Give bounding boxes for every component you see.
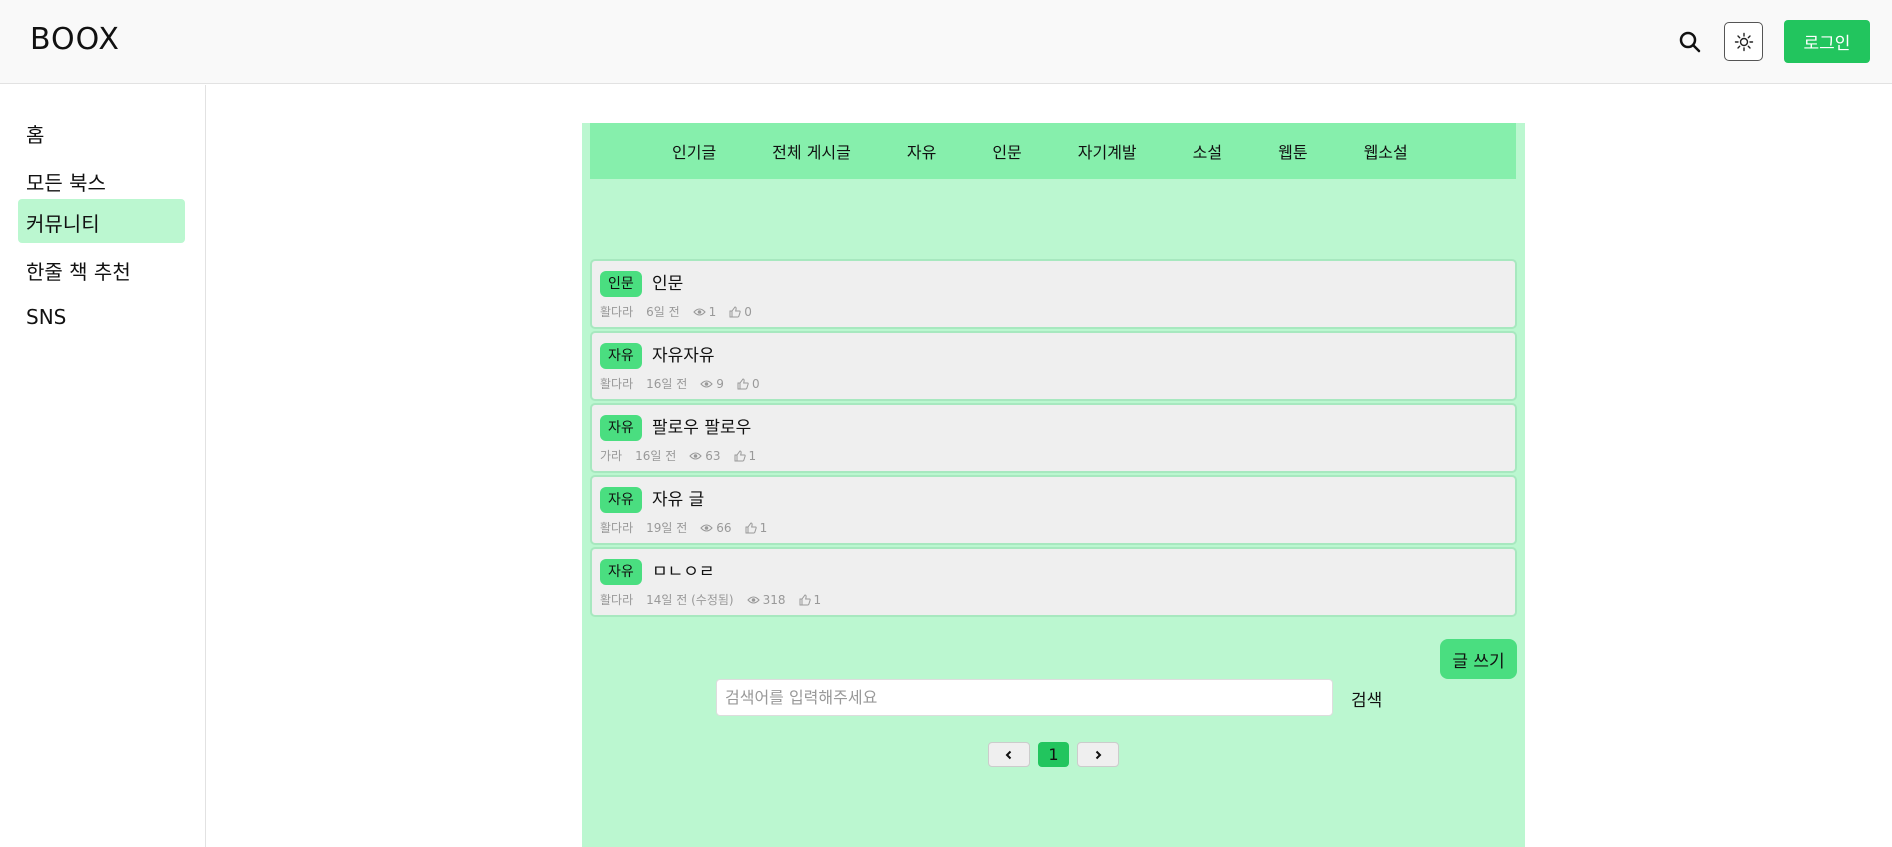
community-panel: 인기글 전체 게시글 자유 인문 자기계발 소설 웹툰 웹소설 인문 인문 활다… xyxy=(582,123,1525,847)
next-page-button[interactable] xyxy=(1077,742,1119,767)
search-icon[interactable] xyxy=(1675,27,1705,57)
chevron-left-icon xyxy=(1005,750,1012,759)
post-title[interactable]: 자유자유 xyxy=(652,343,715,369)
view-count: 66 xyxy=(700,520,732,535)
category-tabs: 인기글 전체 게시글 자유 인문 자기계발 소설 웹툰 웹소설 xyxy=(590,123,1516,179)
category-badge: 자유 xyxy=(600,415,642,441)
post-meta: 활다라 14일 전 (수정됨) 318 1 xyxy=(600,591,834,608)
like-count-value: 0 xyxy=(751,376,760,391)
like-count-value: 1 xyxy=(759,520,768,535)
like-count-value: 1 xyxy=(813,592,822,607)
page-number-current[interactable]: 1 xyxy=(1038,742,1069,767)
category-badge: 인문 xyxy=(600,271,642,297)
tab-novel[interactable]: 소설 xyxy=(1193,139,1222,163)
eye-icon xyxy=(700,523,714,532)
sidebar-item-all-books[interactable]: 모든 북스 xyxy=(18,158,185,202)
category-badge: 자유 xyxy=(600,343,642,369)
view-count: 9 xyxy=(700,377,724,391)
view-count-value: 9 xyxy=(716,376,724,391)
post-item[interactable]: 자유 팔로우 팔로우 가라 16일 전 63 1 xyxy=(590,403,1517,473)
post-meta: 활다라 6일 전 1 0 xyxy=(600,303,765,320)
like-count: 0 xyxy=(729,305,752,319)
eye-icon xyxy=(700,379,714,388)
view-count: 63 xyxy=(689,448,721,463)
post-author: 가라 xyxy=(600,449,623,463)
tab-humanities[interactable]: 인문 xyxy=(992,139,1021,163)
tab-web-novel[interactable]: 웹소설 xyxy=(1364,139,1408,163)
theme-toggle-button[interactable] xyxy=(1724,22,1763,61)
search-button[interactable]: 검색 xyxy=(1351,686,1382,711)
sidebar-item-sns[interactable]: SNS xyxy=(18,296,185,340)
sidebar-item-one-line-recommend[interactable]: 한줄 책 추천 xyxy=(18,247,185,291)
post-time: 6일 전 xyxy=(646,305,680,319)
tab-all-posts[interactable]: 전체 게시글 xyxy=(772,139,851,163)
post-time: 16일 전 xyxy=(646,377,688,391)
view-count: 1 xyxy=(692,304,717,319)
view-count-value: 318 xyxy=(762,592,786,607)
view-count: 318 xyxy=(746,592,786,607)
top-header: BOOX 로그인 xyxy=(0,0,1892,84)
category-badge: 자유 xyxy=(600,559,642,585)
sidebar-item-community[interactable]: 커뮤니티 xyxy=(18,199,185,243)
post-author: 활다라 xyxy=(600,593,634,607)
sidebar: 홈 모든 북스 커뮤니티 한줄 책 추천 SNS xyxy=(0,85,206,847)
prev-page-button[interactable] xyxy=(988,742,1030,767)
post-time: 19일 전 xyxy=(646,521,688,535)
post-meta: 활다라 16일 전 9 0 xyxy=(600,375,773,392)
post-time: 16일 전 xyxy=(635,449,677,463)
post-title[interactable]: 팔로우 팔로우 xyxy=(652,415,751,441)
sidebar-item-home[interactable]: 홈 xyxy=(18,110,185,154)
post-meta: 활다라 19일 전 66 1 xyxy=(600,519,780,536)
view-count-value: 1 xyxy=(708,304,717,319)
thumbs-up-icon xyxy=(799,593,811,605)
thumbs-up-icon xyxy=(745,521,757,533)
post-item[interactable]: 자유 ㅁㄴㅇㄹ 활다라 14일 전 (수정됨) 318 1 xyxy=(590,547,1517,617)
post-item[interactable]: 자유 자유자유 활다라 16일 전 9 0 xyxy=(590,331,1517,401)
view-count-value: 66 xyxy=(716,520,732,535)
tab-popular[interactable]: 인기글 xyxy=(672,139,716,163)
like-count: 0 xyxy=(737,377,760,391)
like-count: 1 xyxy=(734,448,757,463)
post-title[interactable]: ㅁㄴㅇㄹ xyxy=(652,559,715,585)
view-count-value: 63 xyxy=(705,448,721,463)
post-author: 활다라 xyxy=(600,377,634,391)
eye-icon xyxy=(689,451,703,460)
post-item[interactable]: 자유 자유 글 활다라 19일 전 66 1 xyxy=(590,475,1517,545)
tab-webtoon[interactable]: 웹툰 xyxy=(1278,139,1307,163)
post-title[interactable]: 인문 xyxy=(652,271,683,297)
post-title[interactable]: 자유 글 xyxy=(652,487,704,513)
tab-free[interactable]: 자유 xyxy=(907,139,936,163)
post-item[interactable]: 인문 인문 활다라 6일 전 1 0 xyxy=(590,259,1517,329)
like-count: 1 xyxy=(799,592,822,607)
thumbs-up-icon xyxy=(737,377,749,389)
tab-self-development[interactable]: 자기계발 xyxy=(1078,139,1137,163)
like-count-value: 1 xyxy=(748,448,757,463)
category-badge: 자유 xyxy=(600,487,642,513)
thumbs-up-icon xyxy=(729,305,741,317)
thumbs-up-icon xyxy=(734,449,746,461)
logo[interactable]: BOOX xyxy=(30,22,120,57)
post-meta: 가라 16일 전 63 1 xyxy=(600,447,769,464)
eye-icon xyxy=(746,595,760,604)
search-input[interactable] xyxy=(716,679,1333,716)
post-author: 활다라 xyxy=(600,521,634,535)
eye-icon xyxy=(692,307,706,316)
write-post-button[interactable]: 글 쓰기 xyxy=(1440,639,1517,679)
like-count-value: 0 xyxy=(744,304,752,319)
post-author: 활다라 xyxy=(600,305,634,319)
like-count: 1 xyxy=(745,520,768,535)
sun-icon xyxy=(1734,32,1753,51)
login-button[interactable]: 로그인 xyxy=(1784,20,1870,63)
post-time: 14일 전 (수정됨) xyxy=(646,593,734,607)
chevron-right-icon xyxy=(1095,750,1102,759)
